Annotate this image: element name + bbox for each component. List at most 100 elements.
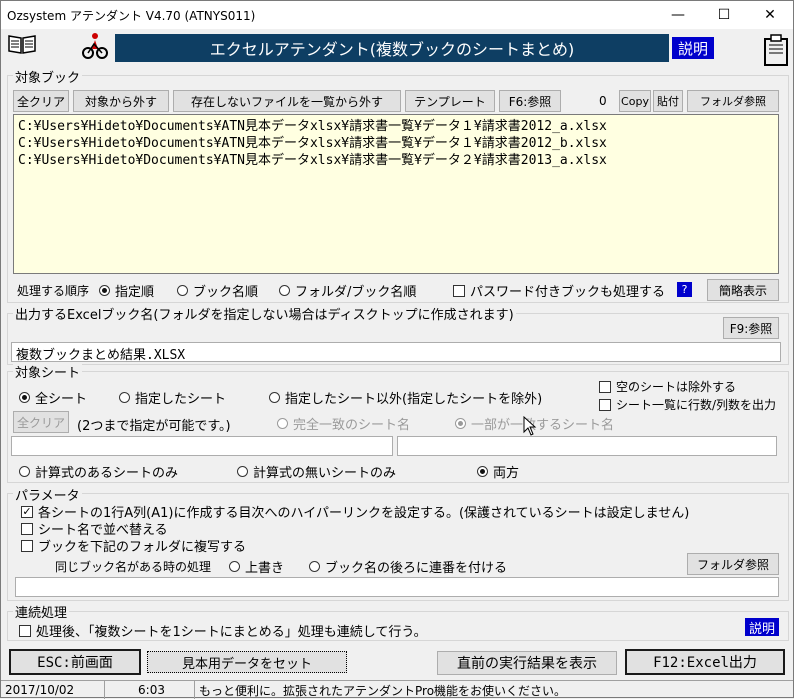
sheet-except-radio[interactable]: 指定したシート以外(指定したシートを除外) (269, 388, 542, 407)
param-folder-ref-button[interactable]: フォルダ参照 (687, 553, 779, 575)
same-name-label: 同じブック名がある時の処理 (55, 560, 212, 574)
exact-match-radio[interactable]: 完全一致のシート名 (277, 414, 410, 433)
sheet-name-field-1[interactable] (11, 436, 393, 456)
paste-button[interactable]: 貼付 (653, 90, 683, 112)
app-window: Ozsystem アテンダント V4.70 (ATNYS011) — ☐ ✕ エ… (0, 0, 794, 699)
sheets-group-label: 対象シート (13, 362, 83, 381)
checkbox-box (599, 398, 611, 411)
radio-dot (309, 561, 320, 572)
checkbox-box (19, 624, 31, 637)
sample-data-button[interactable]: 見本用データをセット (147, 651, 347, 673)
radio-label: 完全一致のシート名 (293, 418, 411, 433)
list-item[interactable]: C:¥Users¥Hideto¥Documents¥ATN見本データxlsx¥請… (18, 135, 774, 152)
chain-checkbox[interactable]: 処理後、「複数シートを1シートにまとめる」処理も連続して行う。 (19, 621, 427, 640)
radio-label: 全シート (35, 392, 88, 407)
chain-help-button[interactable]: 説明 (745, 618, 779, 637)
formula-only-radio[interactable]: 計算式のあるシートのみ (19, 462, 178, 481)
serial-radio[interactable]: ブック名の後ろに連番を付ける (309, 557, 507, 576)
remove-button[interactable]: 対象から外す (73, 90, 169, 112)
book-count: 0 (599, 94, 607, 108)
checkbox-box (21, 539, 33, 552)
output-group-label: 出力するExcelブック名(フォルダを指定しない場合はディスクトップに作成されま… (13, 304, 516, 323)
clipboard-icon (761, 31, 791, 67)
list-item[interactable]: C:¥Users¥Hideto¥Documents¥ATN見本データxlsx¥請… (18, 118, 774, 135)
sheet-all-radio[interactable]: 全シート (19, 388, 87, 407)
remove-missing-button[interactable]: 存在しないファイルを一覧から外す (173, 90, 401, 112)
output-name-field[interactable]: 複数ブックまとめ結果.XLSX (11, 342, 781, 363)
checkbox-box: ✓ (21, 504, 33, 518)
radio-label: 指定順 (115, 285, 155, 300)
books-group-label: 対象ブック (13, 67, 83, 86)
list-item[interactable]: C:¥Users¥Hideto¥Documents¥ATN見本データxlsx¥請… (18, 152, 774, 169)
radio-label: 指定したシート (135, 392, 227, 407)
close-button[interactable]: ✕ (747, 1, 793, 29)
checkbox-box (453, 284, 465, 297)
status-message: もっと便利に。拡張されたアテンダントPro機能をお使いください。 (199, 683, 567, 698)
radio-label: ブック名順 (193, 285, 259, 300)
sheet-note: (2つまで指定が可能です。) (77, 419, 231, 434)
book-icon[interactable] (7, 33, 37, 55)
checkbox-label: 空のシートは除外する (616, 380, 737, 394)
simple-view-button[interactable]: 簡略表示 (707, 279, 779, 301)
password-checkbox[interactable]: パスワード付きブックも処理する (453, 281, 665, 300)
order-folder-radio[interactable]: フォルダ/ブック名順 (279, 281, 416, 300)
radio-dot (19, 392, 30, 403)
radio-dot (177, 285, 188, 296)
radio-label: 上書き (245, 561, 285, 576)
chain-group-label: 連続処理 (13, 602, 70, 621)
order-book-radio[interactable]: ブック名順 (177, 281, 258, 300)
radio-label: 計算式の無いシートのみ (253, 466, 397, 481)
sheet-name-field-2[interactable] (397, 436, 777, 456)
radio-label: フォルダ/ブック名順 (295, 285, 417, 300)
template-button[interactable]: テンプレート (405, 90, 495, 112)
radio-dot (455, 418, 466, 429)
radio-dot (119, 392, 130, 403)
radio-label: 両方 (493, 466, 520, 481)
question-icon[interactable]: ? (677, 282, 692, 297)
radio-dot (229, 561, 240, 572)
radio-dot (277, 418, 288, 429)
window-title: Ozsystem アテンダント V4.70 (ATNYS011) (7, 9, 256, 23)
radio-dot (19, 466, 30, 477)
radio-dot (237, 466, 248, 477)
both-radio[interactable]: 両方 (477, 462, 519, 481)
radio-label: ブック名の後ろに連番を付ける (325, 561, 508, 576)
folder-ref-button[interactable]: フォルダ参照 (687, 90, 779, 112)
radio-dot (279, 285, 290, 296)
checkbox-label: パスワード付きブックも処理する (470, 285, 666, 300)
bicycle-icon (81, 31, 109, 61)
banner-title: エクセルアテンダント(複数ブックのシートまとめ) (115, 34, 669, 62)
sheet-specified-radio[interactable]: 指定したシート (119, 388, 226, 407)
last-result-button[interactable]: 直前の実行結果を表示 (437, 651, 617, 675)
skip-empty-checkbox[interactable]: 空のシートは除外する (599, 378, 736, 395)
checkbox-box (599, 380, 611, 393)
help-button[interactable]: 説明 (672, 37, 714, 59)
minimize-button[interactable]: — (655, 1, 701, 29)
clear-all-button[interactable]: 全クリア (13, 90, 69, 112)
sheet-clear-button[interactable]: 全クリア (13, 411, 69, 433)
f6-ref-button[interactable]: F6:参照 (499, 90, 561, 112)
radio-label: 計算式のあるシートのみ (35, 466, 179, 481)
esc-button[interactable]: ESC:前画面 (9, 649, 141, 675)
checkbox-label: シート一覧に行数/列数を出力 (616, 398, 777, 412)
f9-ref-button[interactable]: F9:参照 (723, 317, 779, 339)
f12-excel-button[interactable]: F12:Excel出力 (625, 649, 785, 675)
copy-folder-field[interactable] (15, 577, 779, 597)
checkbox-label: ブックを下記のフォルダに複写する (38, 540, 247, 555)
copy-button[interactable]: Copy (619, 90, 651, 112)
book-file-list[interactable]: C:¥Users¥Hideto¥Documents¥ATN見本データxlsx¥請… (13, 114, 779, 274)
radio-label: 一部が一致するシート名 (471, 418, 615, 433)
checkbox-box (21, 522, 33, 535)
copy-book-checkbox[interactable]: ブックを下記のフォルダに複写する (21, 536, 246, 555)
overwrite-radio[interactable]: 上書き (229, 557, 284, 576)
order-specified-radio[interactable]: 指定順 (99, 281, 154, 300)
radio-dot (477, 466, 488, 477)
status-date: 2017/10/02 (1, 681, 105, 699)
title-bar: Ozsystem アテンダント V4.70 (ATNYS011) — ☐ ✕ (1, 1, 793, 29)
checkbox-label: 処理後、「複数シートを1シートにまとめる」処理も連続して行う。 (36, 625, 427, 640)
maximize-button[interactable]: ☐ (701, 1, 747, 29)
rowcol-checkbox[interactable]: シート一覧に行数/列数を出力 (599, 396, 776, 413)
radio-dot (269, 392, 280, 403)
no-formula-radio[interactable]: 計算式の無いシートのみ (237, 462, 396, 481)
order-label: 処理する順序 (17, 284, 90, 298)
